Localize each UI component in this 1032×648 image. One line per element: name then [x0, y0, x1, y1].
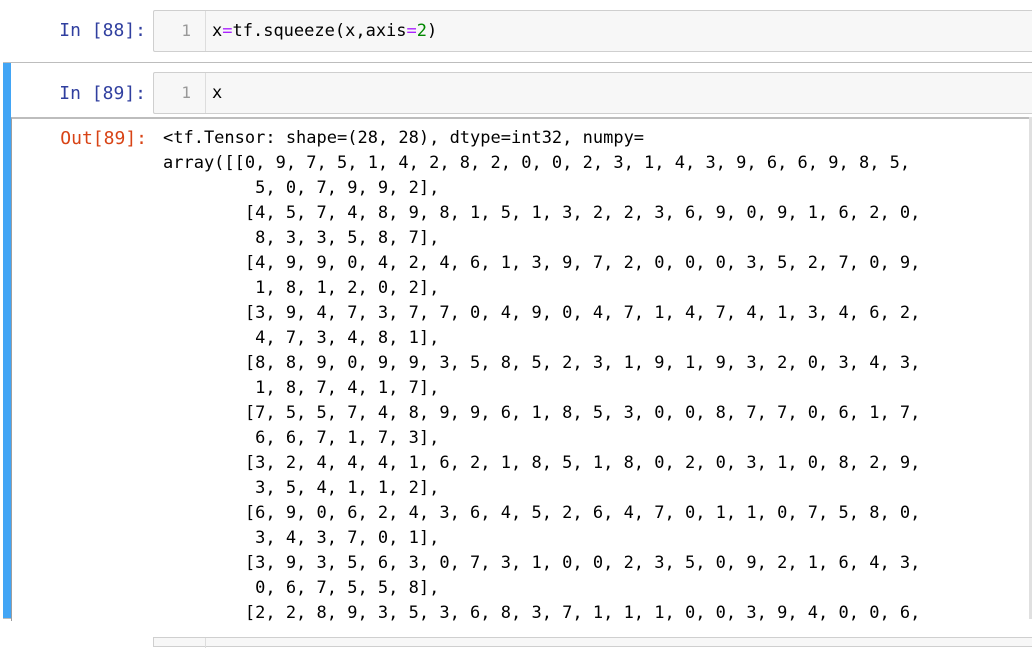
code-operator: =	[222, 21, 233, 41]
selected-cell-indicator	[3, 63, 11, 618]
code-line[interactable]: x	[212, 73, 222, 113]
output-prompt: Out[89]:	[60, 128, 147, 149]
code-paren: )	[427, 21, 438, 41]
code-token: x,axis	[345, 21, 407, 41]
code-cell-next[interactable]	[153, 637, 1032, 648]
code-paren: (	[334, 21, 346, 41]
input-prompt: In [89]:	[59, 83, 146, 104]
code-number: 2	[416, 21, 428, 41]
line-gutter	[205, 638, 206, 648]
line-number: 1	[154, 11, 206, 51]
code-cell-89[interactable]: In [89]: 1 x	[0, 62, 1032, 117]
code-editor[interactable]: 1 x=tf.squeeze(x,axis=2)	[153, 10, 1032, 52]
code-editor[interactable]: 1 x	[153, 72, 1032, 114]
input-prompt: In [88]:	[59, 20, 146, 41]
output-area[interactable]: Out[89]: <tf.Tensor: shape=(28, 28), dty…	[11, 117, 1032, 621]
code-operator: =	[406, 21, 417, 41]
code-cell-88[interactable]: In [88]: 1 x=tf.squeeze(x,axis=2)	[0, 0, 1032, 60]
line-number: 1	[154, 73, 206, 113]
code-line[interactable]: x=tf.squeeze(x,axis=2)	[212, 11, 437, 51]
code-token: tf.squeeze	[232, 21, 335, 41]
output-text: <tf.Tensor: shape=(28, 28), dtype=int32,…	[163, 128, 921, 621]
code-token: x	[212, 21, 223, 41]
